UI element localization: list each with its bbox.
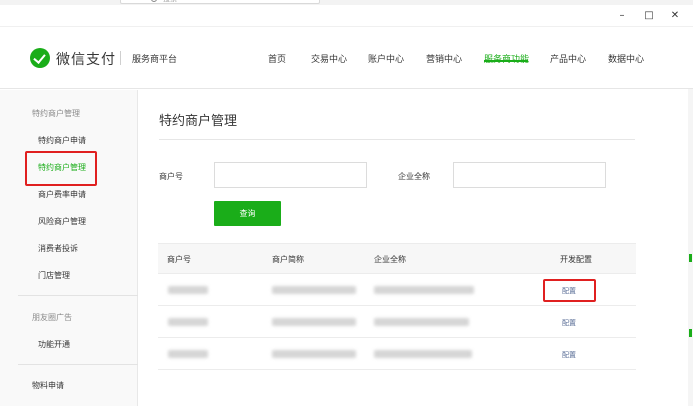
- rail-marker: [689, 254, 692, 262]
- table-row: 配置: [158, 306, 636, 338]
- sidebar-item-enable-feature[interactable]: 功能开通: [38, 339, 70, 350]
- sidebar-item-stores[interactable]: 门店管理: [38, 270, 70, 281]
- search-placeholder: 搜索: [163, 0, 177, 4]
- rail-marker: [689, 329, 692, 337]
- search-icon: [151, 0, 157, 2]
- col-merchant-short-name: 商户简称: [272, 255, 304, 264]
- nav-home[interactable]: 首页: [268, 52, 286, 65]
- close-button[interactable]: ✕: [669, 10, 681, 22]
- nav-data-center[interactable]: 数据中心: [608, 52, 644, 65]
- redacted-merchant-no: [168, 350, 208, 358]
- redacted-company-name: [374, 318, 469, 326]
- sidebar-divider: [18, 295, 138, 296]
- col-merchant-no: 商户号: [167, 255, 191, 264]
- table-row: 配置: [158, 338, 636, 370]
- sidebar-group-merchant: 特约商户管理: [32, 109, 80, 118]
- sidebar-item-merchant-apply[interactable]: 特约商户申请: [38, 135, 86, 146]
- redacted-short-name: [272, 318, 356, 326]
- nav-account-center[interactable]: 账户中心: [368, 52, 404, 65]
- redacted-merchant-no: [168, 286, 208, 294]
- minimize-button[interactable]: –: [616, 10, 628, 22]
- sidebar: 特约商户管理 特约商户申请 特约商户管理 商户费率申请 风险商户管理 消费者投诉…: [0, 90, 138, 406]
- sidebar-item-rate-apply[interactable]: 商户费率申请: [38, 189, 86, 200]
- company-name-label: 企业全称: [398, 172, 430, 181]
- redacted-merchant-no: [168, 318, 208, 326]
- redacted-company-name: [374, 286, 474, 294]
- merchant-table: 商户号 商户简称 企业全称 开发配置 配置 配置 配置: [158, 243, 636, 371]
- wechat-pay-logo-icon[interactable]: [30, 48, 50, 68]
- brand-name[interactable]: 微信支付: [56, 49, 116, 69]
- nav-marketing-center[interactable]: 营销中心: [426, 52, 462, 65]
- brand-subtitle: 服务商平台: [132, 55, 178, 65]
- company-name-input[interactable]: [453, 162, 606, 188]
- col-dev-config: 开发配置: [560, 255, 592, 264]
- sidebar-group-materials[interactable]: 物料申请: [32, 380, 64, 391]
- sidebar-group-moments-ads: 朋友圈广告: [32, 313, 72, 322]
- nav-trade-center[interactable]: 交易中心: [311, 52, 347, 65]
- config-link[interactable]: 配置: [562, 318, 576, 328]
- maximize-button[interactable]: □: [643, 10, 655, 22]
- redacted-short-name: [272, 350, 356, 358]
- site-header: 微信支付 服务商平台 首页 交易中心 账户中心 营销中心 服务商功能 产品中心 …: [0, 27, 693, 89]
- annotation-highlight-config: [543, 279, 596, 302]
- title-divider: [159, 139, 635, 140]
- brand-divider: [120, 51, 121, 65]
- merchant-no-input[interactable]: [214, 162, 367, 188]
- page-title: 特约商户管理: [159, 114, 238, 129]
- config-link[interactable]: 配置: [562, 350, 576, 360]
- nav-provider-functions[interactable]: 服务商功能: [484, 52, 529, 65]
- window-titlebar: – □ ✕: [0, 5, 693, 27]
- annotation-highlight-sidebar: [25, 151, 97, 186]
- sidebar-item-risk-merchant[interactable]: 风险商户管理: [38, 216, 86, 227]
- sidebar-divider: [18, 364, 138, 365]
- redacted-short-name: [272, 286, 356, 294]
- col-company-name: 企业全称: [374, 255, 406, 264]
- table-header: 商户号 商户简称 企业全称 开发配置: [158, 243, 636, 274]
- nav-active-underline: [484, 60, 528, 62]
- scrollbar[interactable]: [688, 89, 693, 406]
- query-button[interactable]: 查询: [214, 201, 281, 226]
- nav-product-center[interactable]: 产品中心: [550, 52, 586, 65]
- merchant-no-label: 商户号: [159, 172, 183, 181]
- search-box[interactable]: 搜索: [120, 0, 320, 4]
- redacted-company-name: [374, 350, 472, 358]
- sidebar-item-complaints[interactable]: 消费者投诉: [38, 243, 78, 254]
